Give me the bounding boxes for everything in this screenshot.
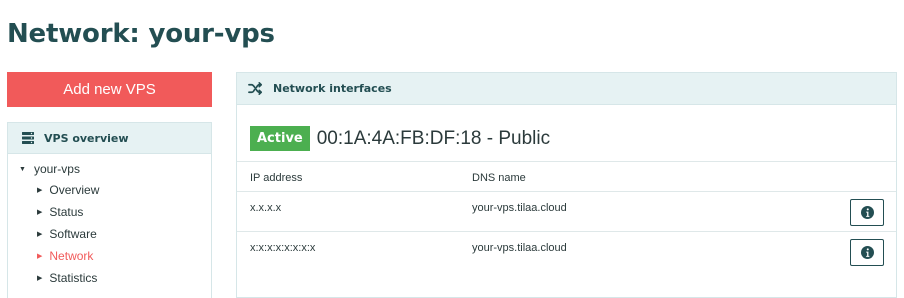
sidebar-item-label: Software (49, 227, 97, 241)
table-header-row: IP address DNS name (237, 161, 896, 191)
network-interfaces-header: Network interfaces (237, 73, 896, 105)
info-icon (860, 246, 874, 259)
add-new-vps-button[interactable]: Add new VPS (7, 72, 212, 107)
sidebar-item-label: Network (49, 249, 94, 263)
triangle-right-icon: ▶ (37, 253, 43, 260)
dns-cell: your-vps.tilaa.cloud (472, 242, 567, 254)
triangle-right-icon: ▶ (37, 231, 43, 238)
info-icon (860, 206, 874, 219)
triangle-down-icon: ▼ (19, 165, 26, 173)
server-stack-icon (20, 130, 36, 146)
sidebar-item-network[interactable]: ▶ Network (37, 249, 93, 263)
dns-cell: your-vps.tilaa.cloud (472, 202, 567, 214)
sidebar-item-software[interactable]: ▶ Software (37, 227, 97, 241)
vps-overview-panel: VPS overview ▼ your-vps ▶ Overview ▶ Sta… (7, 122, 212, 298)
table-row: x:x:x:x:x:x:x:x your-vps.tilaa.cloud (237, 231, 896, 271)
tree-root-label: your-vps (33, 162, 80, 176)
network-interfaces-panel: Network interfaces Active 00:1A:4A:FB:DF… (236, 72, 897, 298)
info-button[interactable] (850, 239, 884, 266)
column-header-dns: DNS name (472, 172, 526, 184)
interface-title: 00:1A:4A:FB:DF:18 - Public (316, 127, 551, 149)
ip-cell: x.x.x.x (250, 202, 282, 214)
vps-overview-title: VPS overview (44, 131, 129, 145)
vps-overview-header: VPS overview (8, 123, 211, 154)
sidebar-item-label: Overview (49, 183, 100, 197)
tree-root-your-vps[interactable]: ▼ your-vps (19, 162, 80, 176)
sidebar-item-label: Status (49, 205, 84, 219)
sidebar-item-status[interactable]: ▶ Status (37, 205, 83, 219)
sidebar-item-statistics[interactable]: ▶ Statistics (37, 271, 97, 285)
table-row: x.x.x.x your-vps.tilaa.cloud (237, 191, 896, 231)
network-interfaces-title: Network interfaces (273, 82, 392, 95)
page-title: Network: your-vps (7, 19, 275, 49)
column-header-ip: IP address (250, 172, 303, 184)
info-button[interactable] (850, 199, 884, 226)
triangle-right-icon: ▶ (37, 187, 43, 194)
ip-cell: x:x:x:x:x:x:x:x (250, 242, 316, 254)
status-badge: Active (250, 126, 310, 151)
interface-heading: Active 00:1A:4A:FB:DF:18 - Public (250, 126, 550, 151)
triangle-right-icon: ▶ (37, 275, 43, 282)
ip-table: IP address DNS name x.x.x.x your-vps.til… (237, 161, 896, 271)
sidebar-item-label: Statistics (49, 271, 98, 285)
sidebar-item-overview[interactable]: ▶ Overview (37, 183, 99, 197)
shuffle-icon (248, 81, 263, 96)
triangle-right-icon: ▶ (37, 209, 43, 216)
